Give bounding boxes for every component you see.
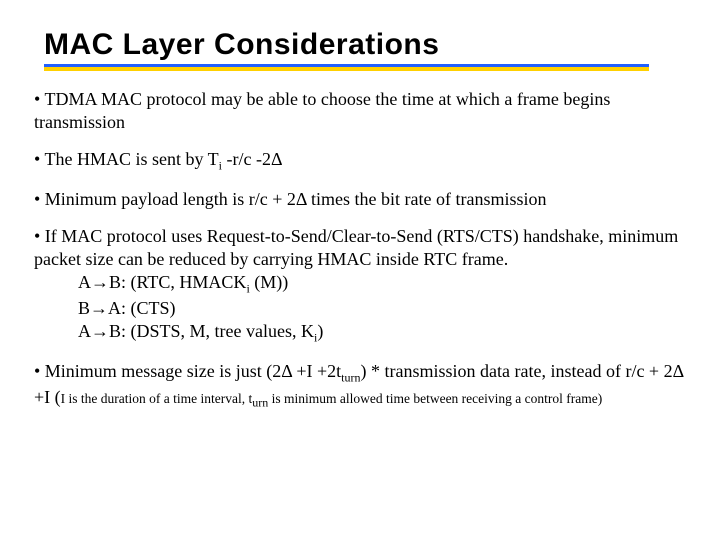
- text-fragment: -r/c -2Δ: [222, 149, 283, 169]
- text-fragment: (M)): [250, 272, 289, 292]
- page-title: MAC Layer Considerations: [44, 28, 686, 62]
- text-fragment: I is the duration of a time interval, t: [61, 391, 253, 406]
- bullet-rts-cts: • If MAC protocol uses Request-to-Send/C…: [34, 225, 686, 346]
- small-note: I is the duration of a time interval, tu…: [61, 391, 603, 406]
- indent-line-ab-dsts: A→B: (DSTS, M, tree values, Ki): [78, 320, 686, 346]
- subscript-urn: urn: [252, 396, 268, 410]
- indent-line-ba-cts: B→A: (CTS): [78, 297, 686, 320]
- text-line: • If MAC protocol uses Request-to-Send/C…: [34, 225, 686, 271]
- bullet-tdma: • TDMA MAC protocol may be able to choos…: [34, 88, 686, 134]
- indent-line-ab-rtc: A→B: (RTC, HMACKi (M)): [78, 271, 686, 297]
- text-fragment: A→B: (RTC, HMACK: [78, 272, 246, 292]
- subscript-turn: turn: [341, 371, 360, 385]
- text-fragment: A→B: (DSTS, M, tree values, K: [78, 321, 314, 341]
- slide: MAC Layer Considerations • TDMA MAC prot…: [0, 0, 720, 540]
- bullet-min-message: • Minimum message size is just (2Δ +I +2…: [34, 360, 686, 411]
- bullet-hmac-sent: • The HMAC is sent by Ti -r/c -2Δ: [34, 148, 686, 174]
- bullet-min-payload: • Minimum payload length is r/c + 2Δ tim…: [34, 188, 686, 211]
- text-fragment: is minimum allowed time between receivin…: [268, 391, 602, 406]
- body-text: • TDMA MAC protocol may be able to choos…: [34, 88, 686, 411]
- text-fragment: • The HMAC is sent by T: [34, 149, 219, 169]
- underline-yellow: [44, 67, 649, 71]
- title-underline: [44, 64, 649, 74]
- text-fragment: • Minimum message size is just (2Δ +I +2…: [34, 361, 341, 381]
- text-fragment: ): [317, 321, 323, 341]
